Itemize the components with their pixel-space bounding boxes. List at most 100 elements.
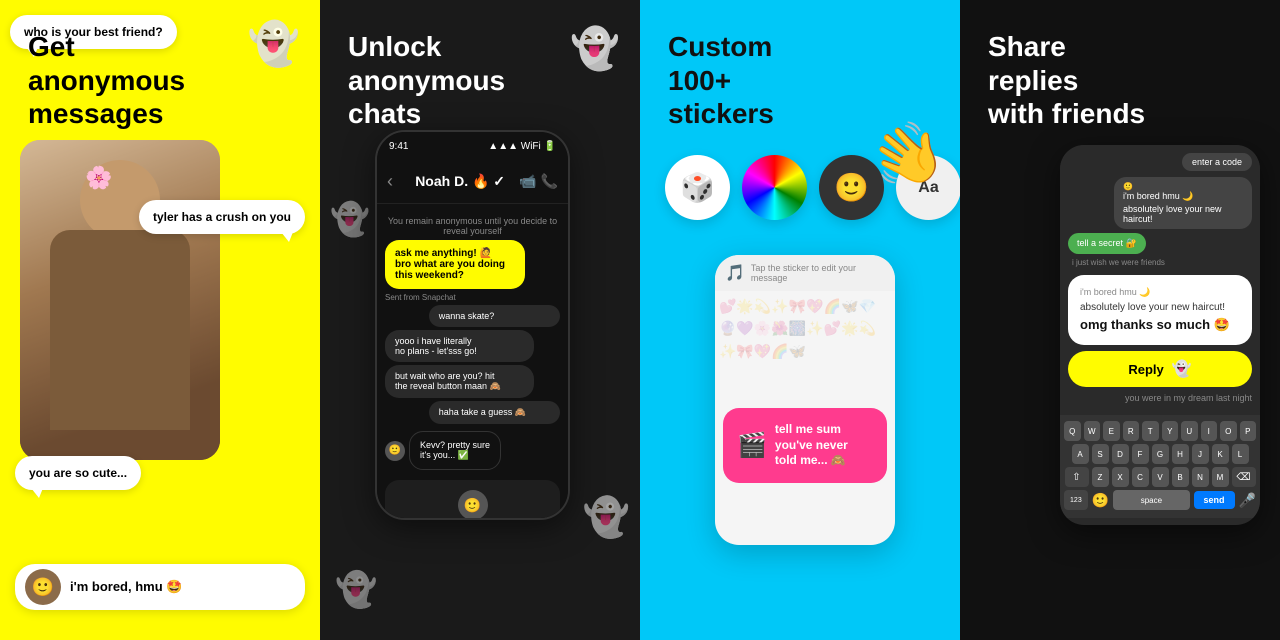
msg-guess: haha take a guess 🙈 xyxy=(429,401,560,424)
key-space[interactable]: space xyxy=(1113,490,1189,510)
panel1-headline: Get anonymous messages xyxy=(28,30,185,131)
key-y[interactable]: Y xyxy=(1162,421,1179,441)
key-u[interactable]: U xyxy=(1181,421,1198,441)
enter-code-area: enter a code xyxy=(1068,153,1252,171)
key-123[interactable]: 123 xyxy=(1064,490,1088,510)
key-v[interactable]: V xyxy=(1152,467,1169,487)
sticker-card-text: tell me sum you've never told me... 🙈 xyxy=(775,422,873,469)
label-bored-text: i'm bored hmu 🌙 xyxy=(1080,287,1150,297)
panel3-headline: Custom 100+ stickers xyxy=(668,30,774,131)
sticker-btn-color[interactable] xyxy=(742,155,807,220)
keyboard-row-1: Q W E R T Y U I O P xyxy=(1064,421,1256,441)
person-photo xyxy=(20,140,220,460)
key-o[interactable]: O xyxy=(1220,421,1237,441)
key-send[interactable]: send xyxy=(1194,491,1235,509)
keyboard-bottom-row: 123 🙂 space send 🎤 xyxy=(1064,490,1256,510)
phone-sticker-mockup: 🎵 Tap the sticker to edit your message 💕… xyxy=(715,255,895,545)
enter-code-button[interactable]: enter a code xyxy=(1182,153,1252,171)
key-p[interactable]: P xyxy=(1240,421,1257,441)
bubble-crush: tyler has a crush on you xyxy=(139,200,305,234)
panel1-messages: messages xyxy=(28,98,163,129)
panel1-anonymous: anonymous xyxy=(28,65,185,96)
ghost-icon-3: 👻 xyxy=(330,200,370,238)
keyboard-row-3: ⇧ Z X C V B N M ⌫ xyxy=(1064,467,1256,487)
msg-plans: yooo i have literallyno plans - let'sss … xyxy=(385,330,534,362)
mic-key[interactable]: 🎤 xyxy=(1239,492,1256,509)
key-f[interactable]: F xyxy=(1132,444,1149,464)
key-c[interactable]: C xyxy=(1132,467,1149,487)
msg-ask-text: ask me anything! 🙋bro what are you doing… xyxy=(395,248,505,281)
key-g[interactable]: G xyxy=(1152,444,1169,464)
key-e[interactable]: E xyxy=(1103,421,1120,441)
key-a[interactable]: A xyxy=(1072,444,1089,464)
msg-label: 🙂 xyxy=(1123,182,1243,191)
key-h[interactable]: H xyxy=(1172,444,1189,464)
key-n[interactable]: N xyxy=(1192,467,1209,487)
status-bar: 9:41 ▲▲▲ WiFi 🔋 xyxy=(377,132,568,160)
panel4-replies: replies xyxy=(988,65,1078,96)
system-message: You remain anonymous until you decide to… xyxy=(385,216,560,236)
panel4-headline: Share replies with friends xyxy=(988,30,1145,131)
panel1-get: Get xyxy=(28,31,75,62)
ghost-icon-5: 👻 xyxy=(335,570,377,610)
ghost-icon-1: 👻 xyxy=(248,20,300,69)
key-x[interactable]: X xyxy=(1112,467,1129,487)
key-q[interactable]: Q xyxy=(1064,421,1081,441)
panel2-chats: chats xyxy=(348,98,421,129)
key-d[interactable]: D xyxy=(1112,444,1129,464)
sticker-character-emoji: 🎬 xyxy=(737,431,767,460)
bubble-bored-text: i'm bored, hmu 🤩 xyxy=(70,579,182,594)
keyboard-area: Q W E R T Y U I O P A S D F G H J K xyxy=(1060,415,1260,518)
key-shift[interactable]: ⇧ xyxy=(1065,467,1089,487)
key-z[interactable]: Z xyxy=(1092,467,1109,487)
panel4-share: Share xyxy=(988,31,1066,62)
msg-bored-right: 🙂 i'm bored hmu 🌙 absolutely love your n… xyxy=(1114,177,1252,229)
bg-emoji-scatter: 💕🌟💫✨🎀💖🌈🦋💎🔮💜🌸🌺🎆✨💕🌟💫✨🎀💖🌈🦋 xyxy=(715,291,895,366)
panel4-friends: with friends xyxy=(988,98,1145,129)
sticker-btn-dice[interactable]: 🎲 xyxy=(665,155,730,220)
key-backspace[interactable]: ⌫ xyxy=(1232,467,1256,487)
key-w[interactable]: W xyxy=(1084,421,1101,441)
msg-secret-text: tell a secret 🔐 xyxy=(1077,238,1137,248)
key-t[interactable]: T xyxy=(1142,421,1159,441)
emoji-key[interactable]: 🙂 xyxy=(1092,492,1109,509)
panel-share-replies: Share replies with friends enter a code … xyxy=(960,0,1280,640)
key-k[interactable]: K xyxy=(1212,444,1229,464)
sticker-phone-top: 🎵 Tap the sticker to edit your message xyxy=(715,255,895,291)
key-s[interactable]: S xyxy=(1092,444,1109,464)
back-button[interactable]: ‹ xyxy=(387,171,393,192)
key-m[interactable]: M xyxy=(1212,467,1229,487)
bubble-cute: you are so cute... xyxy=(15,456,141,490)
panel3-100: 100+ xyxy=(668,65,731,96)
bubble-crush-text: tyler has a crush on you xyxy=(153,210,291,224)
sticker-tap-hint: Tap the sticker to edit your message xyxy=(751,263,885,283)
reply-button[interactable]: Reply 👻 xyxy=(1068,351,1252,387)
avatar-bitmoji: 🙂 xyxy=(25,569,61,605)
bubble-bored: 🙂 i'm bored, hmu 🤩 xyxy=(15,564,305,610)
key-r[interactable]: R xyxy=(1123,421,1140,441)
reply-box-label: i'm bored hmu 🌙 xyxy=(1080,287,1240,298)
key-j[interactable]: J xyxy=(1192,444,1209,464)
chat-body: You remain anonymous until you decide to… xyxy=(377,204,568,520)
panel-anonymous-messages: Get anonymous messages 👻 🌸 who is your b… xyxy=(0,0,320,640)
panel-anonymous-chats: Unlock anonymous chats 👻 👻 👻 👻 9:41 ▲▲▲ … xyxy=(320,0,640,640)
msg-bored-text: i'm bored hmu 🌙 xyxy=(1123,191,1243,202)
panel2-unlock: Unlock xyxy=(348,31,441,62)
reveal-avatar: 🙂 xyxy=(458,490,488,520)
sent-from-label: Sent from Snapchat xyxy=(385,293,560,302)
reply-thanks-text: omg thanks so much 🤩 xyxy=(1080,317,1240,333)
msg-ask-anything: ask me anything! 🙋bro what are you doing… xyxy=(385,240,525,289)
time-display: 9:41 xyxy=(389,141,408,152)
thread-msg-1: 🙂 i'm bored hmu 🌙 absolutely love your n… xyxy=(1068,177,1252,229)
chat-header: ‹ Noah D. 🔥 ✓ 📹 📞 xyxy=(377,160,568,204)
reveal-card: 🙂 You revealed yourself Continue to chat… xyxy=(385,480,560,520)
avatar-small: 🙂 xyxy=(385,441,405,461)
chat-action-icons: 📹 📞 xyxy=(519,173,558,190)
reply-label: Reply xyxy=(1128,362,1163,377)
key-i[interactable]: I xyxy=(1201,421,1218,441)
ghost-icon-2: 👻 xyxy=(570,25,620,72)
msg-reveal-ask: but wait who are you? hitthe reveal butt… xyxy=(385,365,534,398)
msg-secret: tell a secret 🔐 xyxy=(1068,233,1146,254)
key-b[interactable]: B xyxy=(1172,467,1189,487)
key-l[interactable]: L xyxy=(1232,444,1249,464)
